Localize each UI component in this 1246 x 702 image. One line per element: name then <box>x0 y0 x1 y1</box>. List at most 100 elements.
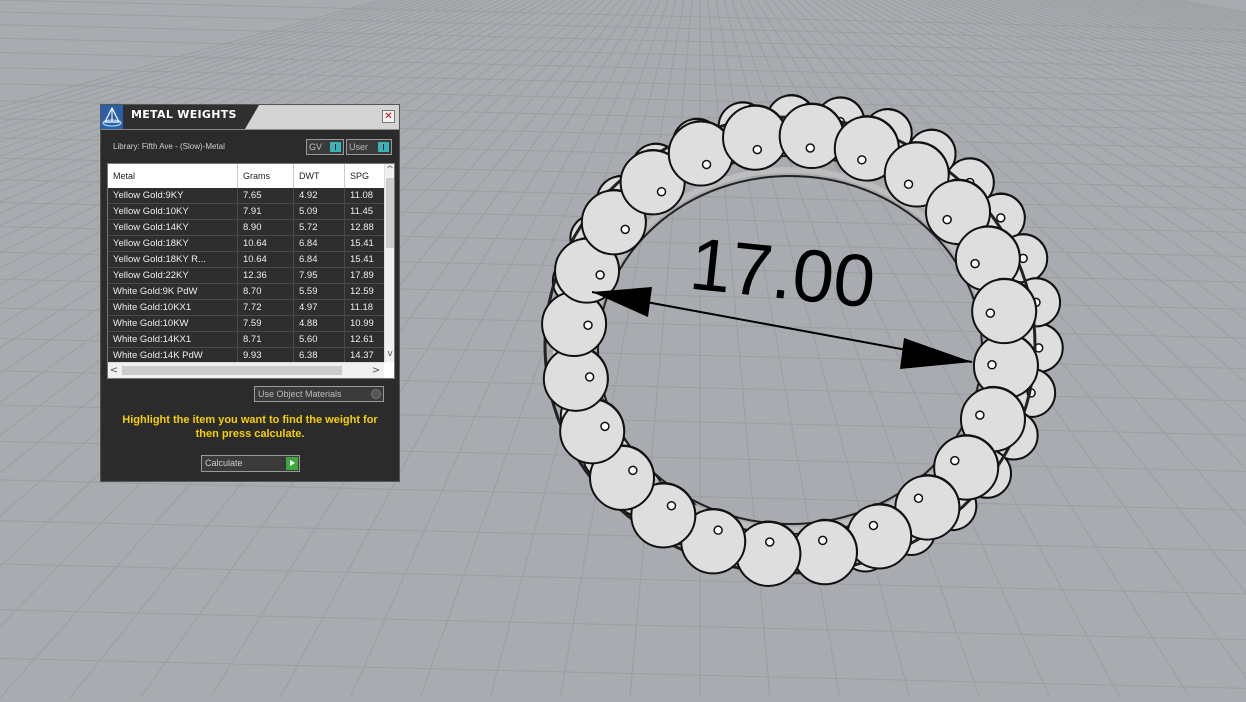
grid-line <box>0 563 1246 595</box>
cell-metal: Yellow Gold:10KY <box>108 204 238 220</box>
table-row[interactable]: Yellow Gold:22KY 12.36 7.95 17.89 <box>108 268 384 284</box>
dimension-arrow-right <box>900 338 972 369</box>
dimension-annotation: 17.00 <box>591 222 973 369</box>
gemstone[interactable] <box>735 520 802 587</box>
scroll-up-icon[interactable]: ^ <box>385 164 394 176</box>
close-button[interactable]: ✕ <box>382 110 395 123</box>
cell-metal: White Gold:9K PdW <box>108 284 238 300</box>
grid-line <box>0 609 1246 641</box>
table-row[interactable]: Yellow Gold:10KY 7.91 5.09 11.45 <box>108 204 384 220</box>
table-row[interactable]: Yellow Gold:9KY 7.65 4.92 11.08 <box>108 188 384 204</box>
cell-dwt: 4.97 <box>294 300 345 316</box>
vertical-scroll-thumb[interactable] <box>386 178 394 248</box>
cell-grams: 8.71 <box>238 332 294 348</box>
cell-metal: White Gold:10KX1 <box>108 300 238 316</box>
cell-dwt: 6.38 <box>294 348 345 362</box>
user-toggle[interactable]: User <box>346 139 392 155</box>
cell-metal: White Gold:14KX1 <box>108 332 238 348</box>
cell-dwt: 6.84 <box>294 236 345 252</box>
cell-spg: 12.59 <box>345 284 384 300</box>
horizontal-scrollbar[interactable]: < > <box>108 362 384 378</box>
cell-dwt: 4.88 <box>294 316 345 332</box>
grid-line <box>899 0 1246 157</box>
column-header-spg[interactable]: SPG <box>345 164 385 188</box>
column-header-grams[interactable]: Grams <box>238 164 294 188</box>
ring-model[interactable] <box>541 94 1064 587</box>
gemstone[interactable] <box>971 277 1038 345</box>
cell-metal: Yellow Gold:22KY <box>108 268 238 284</box>
dimension-text: 17.00 <box>686 222 879 324</box>
panel-title: METAL WEIGHTS <box>131 108 237 121</box>
grid-line <box>923 0 1246 131</box>
table-row[interactable]: Yellow Gold:18KY 10.64 6.84 15.41 <box>108 236 384 252</box>
cell-metal: White Gold:14K PdW <box>108 348 238 362</box>
grid-line <box>0 520 1246 552</box>
cell-grams: 7.72 <box>238 300 294 316</box>
cell-grams: 7.59 <box>238 316 294 332</box>
table-body: Yellow Gold:9KY 7.65 4.92 11.08 Yellow Gold… <box>108 188 384 362</box>
column-header-dwt[interactable]: DWT <box>294 164 345 188</box>
scroll-left-icon[interactable]: < <box>108 363 120 378</box>
gv-toggle-label: GV <box>309 142 323 152</box>
horizontal-scroll-thumb[interactable] <box>122 366 342 375</box>
vertical-scrollbar[interactable]: ^ v <box>384 164 394 362</box>
cell-grams: 7.91 <box>238 204 294 220</box>
use-object-materials-label: Use Object Materials <box>258 389 342 399</box>
play-arrow-icon <box>286 457 298 470</box>
cell-dwt: 5.59 <box>294 284 345 300</box>
title-tab-edge <box>245 105 259 129</box>
cell-metal: Yellow Gold:9KY <box>108 188 238 204</box>
cell-grams: 8.90 <box>238 220 294 236</box>
cell-metal: Yellow Gold:18KY R... <box>108 252 238 268</box>
cell-spg: 10.99 <box>345 316 384 332</box>
table-row[interactable]: White Gold:14KX1 8.71 5.60 12.61 <box>108 332 384 348</box>
table-row[interactable]: White Gold:10KW 7.59 4.88 10.99 <box>108 316 384 332</box>
metal-table[interactable]: Metal Grams DWT SPG Yellow Gold:9KY 7.65 4… <box>107 163 395 379</box>
table-row[interactable]: Yellow Gold:14KY 8.90 5.72 12.88 <box>108 220 384 236</box>
library-label: Library: Fifth Ave - (Slow)-Metal <box>113 142 225 151</box>
gemstone[interactable] <box>722 104 789 171</box>
cell-grams: 10.64 <box>238 252 294 268</box>
grid-line <box>0 0 1246 31</box>
grid-line <box>629 0 693 699</box>
grid-line <box>0 51 1246 83</box>
cell-metal: Yellow Gold:18KY <box>108 236 238 252</box>
use-object-materials-toggle[interactable]: Use Object Materials <box>254 386 384 402</box>
scroll-right-icon[interactable]: > <box>370 363 382 378</box>
gv-toggle-knob-icon <box>330 142 341 152</box>
cell-dwt: 5.72 <box>294 220 345 236</box>
table-row[interactable]: White Gold:14K PdW 9.93 6.38 14.37 <box>108 348 384 362</box>
cell-spg: 12.88 <box>345 220 384 236</box>
metal-weights-panel: METAL WEIGHTS ✕ Library: Fifth Ave - (Sl… <box>100 104 400 482</box>
cell-spg: 11.18 <box>345 300 384 316</box>
cell-spg: 15.41 <box>345 236 384 252</box>
cell-spg: 15.41 <box>345 252 384 268</box>
cell-spg: 11.08 <box>345 188 384 204</box>
cell-dwt: 6.84 <box>294 252 345 268</box>
user-toggle-label: User <box>349 142 369 152</box>
gemstone[interactable] <box>778 102 845 170</box>
cell-metal: White Gold:10KW <box>108 316 238 332</box>
gemstone[interactable] <box>791 518 858 586</box>
radio-knob-icon <box>371 389 381 399</box>
column-header-metal[interactable]: Metal <box>108 164 238 188</box>
gv-toggle[interactable]: GV <box>306 139 344 155</box>
grid-line <box>0 37 1246 69</box>
cell-grams: 9.93 <box>238 348 294 362</box>
table-row[interactable]: Yellow Gold:18KY R... 10.64 6.84 15.41 <box>108 252 384 268</box>
calculate-button[interactable]: Calculate <box>201 455 300 472</box>
cell-spg: 14.37 <box>345 348 384 362</box>
table-header: Metal Grams DWT SPG <box>108 164 385 189</box>
cell-grams: 10.64 <box>238 236 294 252</box>
grid-line <box>0 657 1246 689</box>
cell-spg: 12.61 <box>345 332 384 348</box>
table-row[interactable]: White Gold:9K PdW 8.70 5.59 12.59 <box>108 284 384 300</box>
scroll-down-icon[interactable]: v <box>385 348 394 360</box>
cell-grams: 8.70 <box>238 284 294 300</box>
table-row[interactable]: White Gold:10KX1 7.72 4.97 11.18 <box>108 300 384 316</box>
panel-titlebar[interactable]: METAL WEIGHTS ✕ <box>101 105 399 130</box>
cell-dwt: 4.92 <box>294 188 345 204</box>
calculate-label: Calculate <box>205 458 243 468</box>
user-toggle-knob-icon <box>378 142 389 152</box>
app-logo-icon <box>101 105 123 129</box>
